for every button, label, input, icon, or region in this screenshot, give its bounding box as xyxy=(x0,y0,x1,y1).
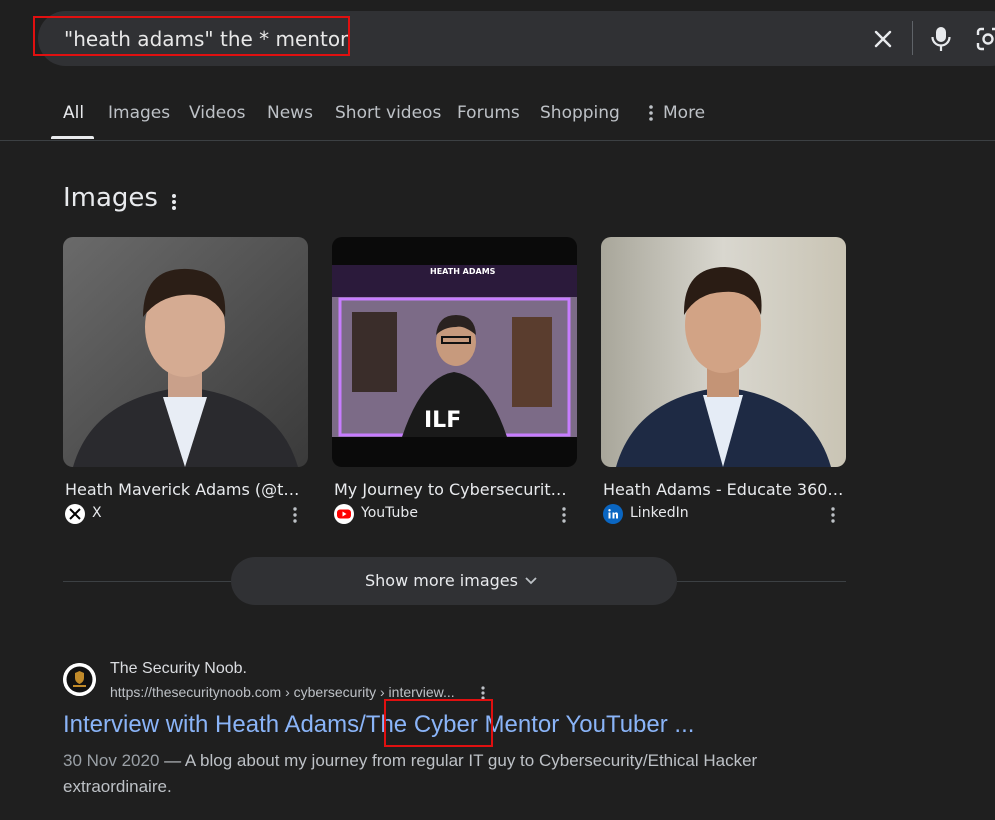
linkedin-logo-icon xyxy=(603,504,623,524)
image-card[interactable]: Heath Maverick Adams (@the... X xyxy=(63,237,308,537)
youtube-logo-icon xyxy=(334,504,354,524)
tab-short-videos[interactable]: Short videos xyxy=(335,103,441,123)
tab-more[interactable]: More xyxy=(663,103,705,123)
result-snippet-text: A blog about my journey from regular IT … xyxy=(63,751,758,796)
camera-lens-icon[interactable] xyxy=(975,26,995,52)
tab-all[interactable]: All xyxy=(63,103,84,123)
image-title[interactable]: Heath Adams - Educate 360 |... xyxy=(603,480,845,499)
active-tab-indicator xyxy=(51,136,94,139)
image-source[interactable]: LinkedIn xyxy=(630,505,689,521)
tab-videos[interactable]: Videos xyxy=(189,103,246,123)
annotation-highlight-query xyxy=(33,16,350,56)
thumbnail-banner-text: HEATH ADAMS xyxy=(430,267,496,276)
image-thumbnail[interactable] xyxy=(601,237,846,467)
svg-text:ILF: ILF xyxy=(424,408,461,433)
show-more-label: Show more images xyxy=(365,571,518,590)
image-source[interactable]: YouTube xyxy=(361,505,418,521)
more-vert-icon[interactable] xyxy=(647,104,655,122)
result-snippet: 30 Nov 2020 — A blog about my journey fr… xyxy=(63,751,758,796)
images-section-heading: Images xyxy=(63,183,158,213)
tab-images[interactable]: Images xyxy=(108,103,170,123)
annotation-highlight-title xyxy=(384,699,493,747)
tabs-divider xyxy=(0,140,995,141)
image-thumbnail[interactable] xyxy=(63,237,308,467)
more-vert-icon[interactable] xyxy=(829,506,837,524)
tab-forums[interactable]: Forums xyxy=(457,103,520,123)
chevron-down-icon xyxy=(523,574,539,588)
show-more-images-button[interactable]: Show more images xyxy=(231,557,677,605)
tab-shopping[interactable]: Shopping xyxy=(540,103,620,123)
microphone-icon[interactable] xyxy=(929,25,953,53)
tab-news[interactable]: News xyxy=(267,103,313,123)
close-icon[interactable] xyxy=(871,27,895,51)
image-thumbnail[interactable]: ILF HEATH ADAMS xyxy=(332,237,577,467)
result-date: 30 Nov 2020 xyxy=(63,751,160,770)
result-site-name[interactable]: The Security Noob. xyxy=(110,660,247,678)
more-vert-icon[interactable] xyxy=(291,506,299,524)
image-card[interactable]: ILF HEATH ADAMS My Journey to Cybersecur… xyxy=(332,237,577,537)
search-bar-divider xyxy=(912,21,913,55)
result-url[interactable]: https://thesecuritynoob.com › cybersecur… xyxy=(110,684,455,700)
image-title[interactable]: My Journey to Cybersecurity ... xyxy=(334,480,576,499)
more-vert-icon[interactable] xyxy=(169,191,179,213)
image-source[interactable]: X xyxy=(92,505,102,521)
more-vert-icon[interactable] xyxy=(560,506,568,524)
image-title[interactable]: Heath Maverick Adams (@the... xyxy=(65,480,307,499)
x-logo-icon xyxy=(65,504,85,524)
site-favicon xyxy=(63,663,96,696)
search-tabs: All Images Videos News Short videos Foru… xyxy=(0,95,995,141)
image-card[interactable]: Heath Adams - Educate 360 |... LinkedIn xyxy=(601,237,846,537)
result-title-link[interactable]: Interview with Heath Adams/The Cyber Men… xyxy=(63,711,694,739)
